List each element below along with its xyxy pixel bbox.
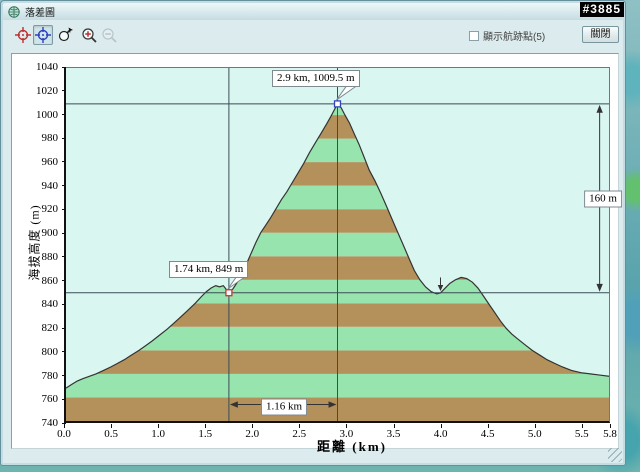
x-tick-label: 4.5 [480,428,495,440]
y-tick-label: 860 [41,274,59,287]
x-tick-label: 1.0 [151,428,165,440]
elevation-profile-dialog: 落差圖 #3885 顯示航跡點(5) 關閉 海拔高度 (m) 距離 (km) 7… [0,0,626,466]
y-tick [62,375,66,376]
y-tick [62,232,66,234]
zoom-out-icon [102,28,117,43]
zoom-in-icon [82,28,97,43]
y-tick-label: 840 [41,298,59,311]
x-tick-label: 3.0 [339,428,354,440]
y-tick [62,327,66,329]
y-tick-label: 760 [41,393,59,406]
crosshair-red-button[interactable] [13,25,33,45]
show-trackpoints-checkbox[interactable] [469,30,479,41]
y-tick-label: 800 [41,345,59,358]
x-tick-label: 2.0 [245,428,260,440]
y-tick [62,398,66,400]
y-tick-label: 940 [41,179,59,192]
crosshair-blue-button[interactable] [33,25,53,45]
y-tick [62,280,66,282]
y-tick-label: 1040 [36,61,58,73]
x-tick-label: 2.5 [292,428,307,440]
y-tick [62,66,66,68]
y-tick [62,185,66,187]
y-tick-label: 960 [41,155,59,168]
x-tick-label: 0.0 [57,428,71,440]
elevation-profile-chart [66,68,609,421]
x-tick-label: 0.5 [104,428,118,440]
toolbar: 顯示航跡點(5) 關閉 [3,22,623,50]
x-tick-label: 1.5 [198,428,213,440]
x-tick-label: 5.5 [574,428,589,440]
y-tick-label: 780 [41,369,59,382]
app-icon [8,5,20,18]
plot-area[interactable] [64,67,610,423]
zoom-select-icon [58,27,73,42]
titlebar[interactable]: 落差圖 [3,3,623,20]
y-tick [62,161,66,163]
crosshair-red-icon [15,27,31,43]
x-tick-label: 4.0 [433,428,448,440]
close-button[interactable]: 關閉 [582,26,619,43]
y-tick-label: 920 [41,203,59,216]
y-tick [62,114,66,115]
y-tick-label: 900 [41,227,59,240]
y-tick-label: 880 [41,250,59,263]
y-tick-label: 1020 [36,84,58,97]
zoom-out-button[interactable] [99,25,119,45]
y-tick [62,303,66,305]
y-tick-label: 820 [41,322,59,335]
zoom-in-button[interactable] [79,25,99,45]
overlay-tag: #3885 [579,2,624,17]
window-title: 落差圖 [25,8,55,19]
y-tick [62,90,66,92]
y-tick [62,137,66,139]
y-tick-label: 980 [41,132,59,145]
y-tick [62,256,66,258]
y-tick-label: 1000 [36,108,58,121]
y-tick [62,208,66,210]
zoom-select-button[interactable] [55,25,75,45]
x-tick-label: 3.5 [386,428,401,440]
x-tick-label: 5.0 [527,428,542,440]
show-trackpoints-label: 顯示航跡點(5) [483,32,546,43]
chart-panel: 海拔高度 (m) 距離 (km) 740 760 780 800 820 840 860 88… [11,53,622,454]
crosshair-blue-icon [35,27,51,43]
x-tick-label: 5.8 [603,428,617,440]
y-tick [62,351,66,353]
resize-grip[interactable] [608,448,622,462]
